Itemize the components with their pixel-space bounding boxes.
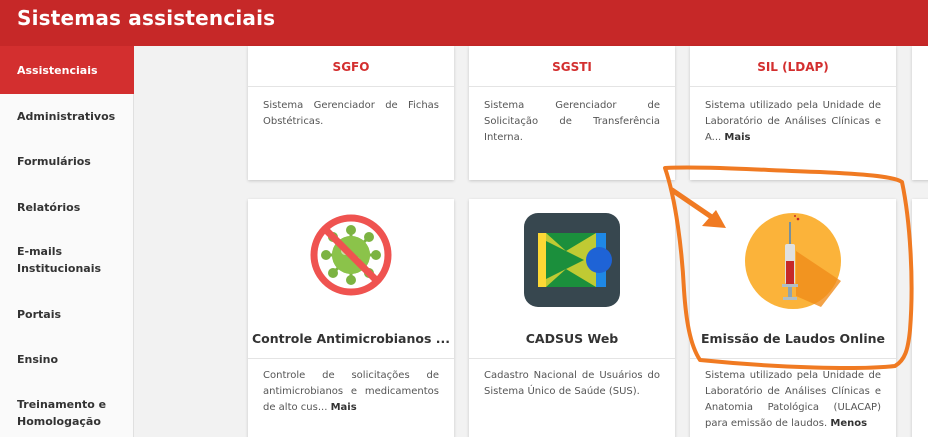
- card-title: Emissão de Laudos Online: [701, 331, 885, 346]
- card-title: SGFO: [332, 60, 370, 74]
- page-header: Sistemas assistenciais: [0, 0, 928, 46]
- sidebar: Assistenciais Administrativos Formulário…: [0, 46, 134, 437]
- page-title: Sistemas assistenciais: [17, 6, 276, 30]
- sidebar-item-label: Assistenciais: [17, 63, 98, 77]
- card-title: Controle Antimicrobianos ...: [252, 331, 450, 346]
- card-description: Sistema Gerenciador de Fichas Obstétrica…: [263, 100, 439, 127]
- more-link[interactable]: Mais: [724, 132, 750, 143]
- sidebar-item-label: E-mails Institucionais: [17, 245, 102, 275]
- sidebar-item-emails-institucionais[interactable]: E-mails Institucionais: [0, 243, 110, 277]
- card-partial[interactable]: [912, 46, 928, 180]
- card-description: Sistema utilizado pela Unidade de Labora…: [705, 98, 881, 146]
- card-sil-ldap[interactable]: SIL (LDAP) Sistema utilizado pela Unidad…: [690, 46, 896, 180]
- card-description: Sistema utilizado pela Unidade de Labora…: [705, 368, 881, 432]
- card-emissao-laudos-online[interactable]: Emissão de Laudos Online Sistema utiliza…: [690, 199, 896, 437]
- card-title: SIL (LDAP): [757, 60, 829, 74]
- more-link[interactable]: Mais: [331, 402, 357, 413]
- divider: [690, 86, 896, 87]
- sidebar-item-assistenciais[interactable]: Assistenciais: [0, 46, 134, 94]
- divider: [469, 86, 675, 87]
- sidebar-item-portais[interactable]: Portais: [0, 306, 134, 323]
- sidebar-item-administrativos[interactable]: Administrativos: [0, 108, 134, 125]
- card-controle-antimicrobianos[interactable]: Controle Antimicrobianos ... Controle de…: [248, 199, 454, 437]
- card-sgsti[interactable]: SGSTI Sistema Gerenciador de Solicitação…: [469, 46, 675, 180]
- divider: [248, 358, 454, 359]
- card-description: Cadastro Nacional de Usuários do Sistema…: [484, 370, 660, 397]
- syringe-icon: [743, 211, 843, 311]
- card-cadsus-web[interactable]: CADSUS Web Cadastro Nacional de Usuários…: [469, 199, 675, 437]
- sidebar-item-label: Relatórios: [17, 201, 81, 214]
- card-partial[interactable]: [912, 199, 928, 437]
- sidebar-item-ensino[interactable]: Ensino: [0, 351, 134, 368]
- sidebar-item-label: Treinamento e Homologação: [17, 398, 107, 428]
- sidebar-item-treinamento-homologacao[interactable]: Treinamento e Homologação: [0, 396, 110, 430]
- sidebar-item-label: Administrativos: [17, 110, 116, 123]
- divider: [690, 358, 896, 359]
- divider: [469, 358, 675, 359]
- card-description: Controle de solicitações de antimicrobia…: [263, 368, 439, 416]
- no-virus-icon: [309, 213, 393, 297]
- sidebar-item-label: Formulários: [17, 155, 91, 168]
- card-description: Sistema Gerenciador de Solicitação de Tr…: [484, 100, 660, 143]
- sidebar-item-relatorios[interactable]: Relatórios: [0, 199, 134, 216]
- card-title: CADSUS Web: [525, 331, 619, 346]
- sidebar-item-label: Ensino: [17, 353, 59, 366]
- divider: [248, 86, 454, 87]
- sidebar-item-formularios[interactable]: Formulários: [0, 153, 134, 170]
- card-title: SGSTI: [552, 60, 592, 74]
- cadsus-icon: [522, 211, 622, 309]
- card-sgfo[interactable]: SGFO Sistema Gerenciador de Fichas Obsté…: [248, 46, 454, 180]
- less-link[interactable]: Menos: [830, 418, 867, 429]
- sidebar-item-label: Portais: [17, 308, 62, 321]
